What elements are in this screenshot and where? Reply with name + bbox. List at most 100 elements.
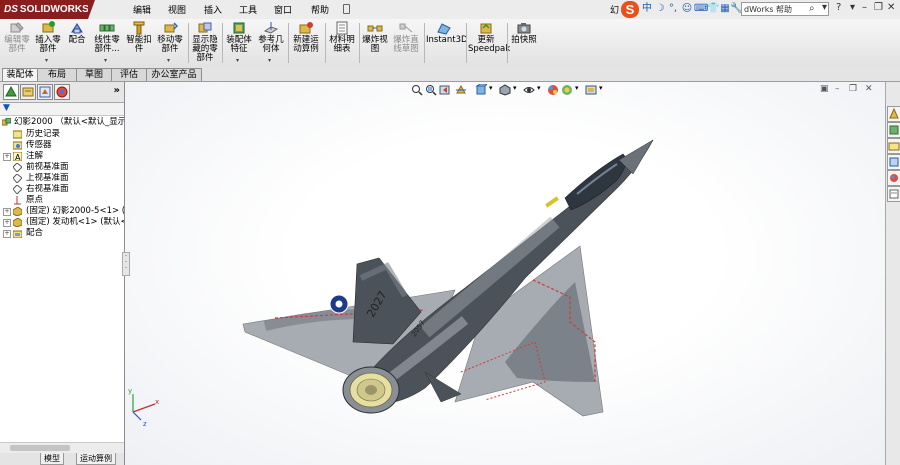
insert-component-button[interactable]: 插入零 部件 ▾ [33, 21, 63, 65]
help-icon[interactable]: ? [836, 2, 841, 13]
menu-pin-icon[interactable] [343, 4, 350, 14]
tab-motion-study[interactable]: 运动算例 [76, 453, 116, 465]
tree-item-label: 原点 [26, 195, 44, 205]
tree-item-top-plane[interactable]: 上视基准面 [0, 173, 124, 184]
linear-pattern-button[interactable]: 线性零 部件... ▾ [91, 21, 123, 65]
feature-manager-tab[interactable] [3, 84, 19, 100]
tree-item-origin[interactable]: 原点 [0, 195, 124, 206]
ime-skin-icon[interactable]: 👕 [707, 2, 719, 16]
appearances-scenes-icon[interactable] [887, 170, 900, 186]
solidworks-logo[interactable]: DS SOLIDWORKS [0, 0, 95, 19]
new-motion-study-icon [299, 22, 313, 34]
tab-layout[interactable]: 布局 [37, 68, 77, 81]
configuration-manager-tab[interactable] [37, 84, 53, 100]
custom-properties-icon[interactable] [887, 186, 900, 202]
ime-punct-icon[interactable]: °, [667, 2, 679, 16]
tree-item-sensors[interactable]: 传感器 [0, 140, 124, 151]
show-hidden-components-button[interactable]: 显示隐 藏的零 部件 [190, 21, 220, 65]
search-dropdown-icon[interactable]: ▾ [822, 2, 827, 13]
move-component-button[interactable]: 移动零 部件 ▾ [155, 21, 185, 65]
expand-icon[interactable]: + [3, 153, 11, 161]
tree-horizontal-scrollbar[interactable] [0, 442, 124, 453]
tree-item-right-plane[interactable]: 右视基准面 [0, 184, 124, 195]
tree-filter-row[interactable]: ▼ [0, 103, 124, 116]
mirage-2000-model[interactable]: 2027 2057 x y z [125, 82, 885, 465]
instant3d-button[interactable]: Instant3D [426, 21, 468, 65]
assembly-feature-button[interactable]: 装配体 特征 ▾ [224, 21, 254, 65]
svg-text:A: A [15, 153, 21, 161]
design-library-icon[interactable] [887, 122, 900, 138]
display-manager-tab[interactable] [54, 84, 70, 100]
insert-component-icon [42, 21, 55, 33]
ime-emoji-icon[interactable]: ☺ [681, 2, 693, 16]
property-manager-tab[interactable] [20, 84, 36, 100]
help-dropdown-icon[interactable]: ▾ [850, 2, 855, 13]
display-manager-icon [56, 86, 68, 98]
scrollbar-thumb[interactable] [10, 445, 70, 451]
explode-line-sketch-button[interactable]: 爆炸直 线草图 [390, 21, 422, 65]
menu-edit[interactable]: 编辑 [133, 3, 151, 16]
solidworks-resources-icon[interactable] [887, 106, 900, 122]
tab-evaluate[interactable]: 评估 [111, 68, 147, 81]
take-snapshot-button[interactable]: 拍快照 [509, 21, 539, 65]
expand-icon[interactable]: + [3, 208, 11, 216]
document-title: 幻 [610, 6, 620, 16]
menu-tools[interactable]: 工具 [239, 3, 257, 16]
mate-icon [71, 23, 83, 34]
view-palette-icon[interactable] [887, 154, 900, 170]
tab-sketch[interactable]: 草图 [76, 68, 112, 81]
search-icon[interactable]: ⌕ [809, 3, 815, 14]
ime-chinese-mode[interactable]: 中 [641, 2, 653, 16]
tree-root-assembly[interactable]: 幻影2000 （默认<默认_显示状 [0, 117, 124, 128]
file-explorer-icon[interactable] [887, 138, 900, 154]
ime-keyboard-icon[interactable]: ⌨ [694, 2, 708, 16]
feature-tree-icon [5, 85, 17, 97]
tree-item-history[interactable]: 历史记录 [0, 129, 124, 140]
smart-fastener-button[interactable]: 智能扣 件 [124, 21, 154, 65]
panel-collapse-handle[interactable]: · · · [122, 252, 130, 276]
expand-icon[interactable]: + [3, 230, 11, 238]
exploded-view-button[interactable]: 爆炸视 图 [361, 21, 389, 65]
menu-window[interactable]: 窗口 [274, 3, 292, 16]
tree-item-mirage2000-part[interactable]: + (固定) 幻影2000-5<1> (默 [0, 206, 124, 217]
menu-bar: DS SOLIDWORKS 编辑 视图 插入 工具 窗口 帮助 幻 S 中 ☽ °… [0, 0, 900, 20]
reference-geometry-icon [263, 22, 279, 34]
ime-moon-icon[interactable]: ☽ [654, 2, 666, 16]
edit-component-button[interactable]: 编辑零 部件 [2, 21, 32, 65]
tree-item-engine-part[interactable]: + (固定) 发动机<1> (默认<< [0, 217, 124, 228]
panel-expand-icon[interactable]: » [114, 85, 120, 96]
tree-item-label: 右视基准面 [26, 184, 69, 194]
plane-icon [13, 185, 22, 194]
update-speedpak-button[interactable]: 更新 Speedpak [468, 21, 510, 65]
restore-icon[interactable]: ❐ [874, 2, 883, 13]
mates-folder-icon [13, 230, 22, 238]
tree-item-mates[interactable]: + 配合 [0, 228, 124, 239]
tab-assembly[interactable]: 装配体 [2, 68, 38, 81]
ime-logo-icon[interactable]: S [621, 1, 639, 18]
tree-item-annotations[interactable]: + A 注解 [0, 151, 124, 162]
tab-model[interactable]: 模型 [40, 453, 64, 465]
new-motion-study-button[interactable]: 新建运 动算例 [290, 21, 322, 65]
linear-pattern-icon [99, 24, 115, 32]
reference-geometry-button[interactable]: 参考几 何体 ▾ [256, 21, 286, 65]
tab-office-products[interactable]: 办公室产品 [146, 68, 202, 81]
svg-text:y: y [128, 387, 132, 395]
filter-icon[interactable]: ▼ [3, 103, 10, 113]
expand-icon[interactable]: + [3, 219, 11, 227]
exploded-view-icon [367, 25, 383, 32]
svg-text:x: x [155, 398, 159, 406]
minimize-icon[interactable]: – [862, 2, 867, 13]
menu-help[interactable]: 帮助 [311, 3, 329, 16]
bill-of-materials-button[interactable]: 材料明 细表 [327, 21, 357, 65]
tree-item-front-plane[interactable]: 前视基准面 [0, 162, 124, 173]
menu-insert[interactable]: 插入 [204, 3, 222, 16]
graphics-area[interactable]: ▾ ▾ ▾ ▾ ▾ ▣ – ❐ ✕ 2027 2057 x y z [125, 82, 885, 465]
assembly-icon [2, 118, 11, 126]
instant3d-icon [437, 23, 451, 35]
explode-line-sketch-icon [399, 23, 413, 33]
mate-button[interactable]: 配合 [64, 21, 90, 65]
menu-view[interactable]: 视图 [168, 3, 186, 16]
edit-component-icon [10, 22, 24, 33]
close-icon[interactable]: ✕ [887, 2, 895, 13]
help-search-input[interactable]: dWorks 帮助 [741, 2, 829, 16]
